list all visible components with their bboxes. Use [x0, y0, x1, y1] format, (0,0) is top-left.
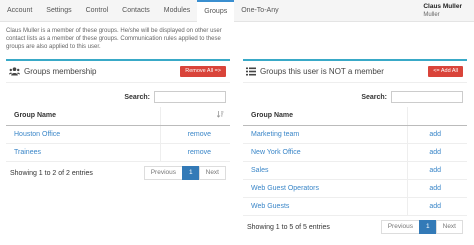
- intro-text: Claus Muller is a member of these groups…: [6, 28, 222, 50]
- search-label: Search:: [124, 93, 150, 101]
- add-all-button[interactable]: <= Add All: [428, 66, 463, 77]
- membership-table: Group Name Houston Office remove Trainee…: [6, 107, 230, 162]
- sort-column-header[interactable]: [159, 107, 230, 126]
- panel-title: Groups membership: [9, 67, 96, 76]
- tab-control[interactable]: Control: [79, 0, 116, 22]
- tab-modules[interactable]: Modules: [157, 0, 197, 22]
- panel-header: Groups membership Remove All =>: [6, 61, 230, 83]
- groups-not-member-panel: Groups this user is NOT a member <= Add …: [243, 59, 467, 239]
- table-row: Web Guest Operators add: [243, 179, 467, 198]
- panel-title: Groups this user is NOT a member: [246, 67, 384, 76]
- entries-info: Showing 1 to 2 of 2 entries: [10, 170, 93, 177]
- page-1-button[interactable]: 1: [182, 166, 200, 180]
- column-header-group-name[interactable]: Group Name: [243, 107, 407, 126]
- user-name: Claus Muller: [423, 3, 462, 10]
- group-name-link[interactable]: Sales: [243, 161, 407, 180]
- group-name-link[interactable]: New York Office: [243, 143, 407, 162]
- entries-info: Showing 1 to 5 of 5 entries: [247, 224, 330, 231]
- panel-title-text: Groups membership: [24, 67, 97, 76]
- group-name-link[interactable]: Trainees: [6, 143, 160, 162]
- tab-bar: Account Settings Control Contacts Module…: [0, 0, 286, 22]
- add-link[interactable]: add: [406, 125, 467, 144]
- user-subtitle: Muller: [423, 12, 440, 18]
- groups-membership-panel: Groups membership Remove All => Search: …: [6, 59, 230, 187]
- table-row: Houston Office remove: [6, 125, 230, 144]
- add-link[interactable]: add: [406, 143, 467, 162]
- not-member-table: Group Name Marketing team add New York O…: [243, 107, 467, 216]
- user-info: Claus Muller Muller: [423, 3, 462, 19]
- add-link[interactable]: add: [406, 197, 467, 216]
- next-page-button[interactable]: Next: [435, 220, 463, 234]
- page-1-button[interactable]: 1: [419, 220, 437, 234]
- table-row: Sales add: [243, 161, 467, 180]
- group-name-link[interactable]: Web Guest Operators: [243, 179, 407, 198]
- tab-contacts[interactable]: Contacts: [115, 0, 157, 22]
- search-input[interactable]: [154, 91, 226, 103]
- table-row: Trainees remove: [6, 143, 230, 162]
- table-row: New York Office add: [243, 143, 467, 162]
- panel-header: Groups this user is NOT a member <= Add …: [243, 61, 467, 83]
- sort-icon: [216, 111, 224, 118]
- remove-link[interactable]: remove: [159, 125, 230, 144]
- add-link[interactable]: add: [406, 179, 467, 198]
- remove-all-button[interactable]: Remove All =>: [180, 66, 226, 77]
- next-page-button[interactable]: Next: [198, 166, 226, 180]
- pagination: Previous 1 Next: [143, 166, 226, 180]
- top-navigation: Account Settings Control Contacts Module…: [0, 0, 474, 22]
- group-name-link[interactable]: Houston Office: [6, 125, 160, 144]
- table-row: Web Guests add: [243, 197, 467, 216]
- list-icon: [246, 67, 256, 76]
- table-row: Marketing team add: [243, 125, 467, 144]
- column-header-group-name[interactable]: Group Name: [6, 107, 160, 126]
- table-header-row: Group Name: [243, 107, 467, 126]
- search-row: Search:: [124, 91, 226, 103]
- tab-account[interactable]: Account: [0, 0, 39, 22]
- table-header-row: Group Name: [6, 107, 230, 126]
- previous-page-button[interactable]: Previous: [143, 166, 183, 180]
- group-name-link[interactable]: Marketing team: [243, 125, 407, 144]
- sort-column-header[interactable]: [406, 107, 467, 126]
- tab-one-to-any[interactable]: One-To-Any: [234, 0, 285, 22]
- search-input[interactable]: [391, 91, 463, 103]
- add-link[interactable]: add: [406, 161, 467, 180]
- panel-title-text: Groups this user is NOT a member: [260, 67, 384, 76]
- search-row: Search:: [361, 91, 463, 103]
- search-label: Search:: [361, 93, 387, 101]
- tab-settings[interactable]: Settings: [39, 0, 78, 22]
- remove-link[interactable]: remove: [159, 143, 230, 162]
- group-name-link[interactable]: Web Guests: [243, 197, 407, 216]
- users-icon: [9, 67, 20, 76]
- pagination: Previous 1 Next: [380, 220, 463, 234]
- previous-page-button[interactable]: Previous: [380, 220, 420, 234]
- tab-groups[interactable]: Groups: [197, 0, 235, 22]
